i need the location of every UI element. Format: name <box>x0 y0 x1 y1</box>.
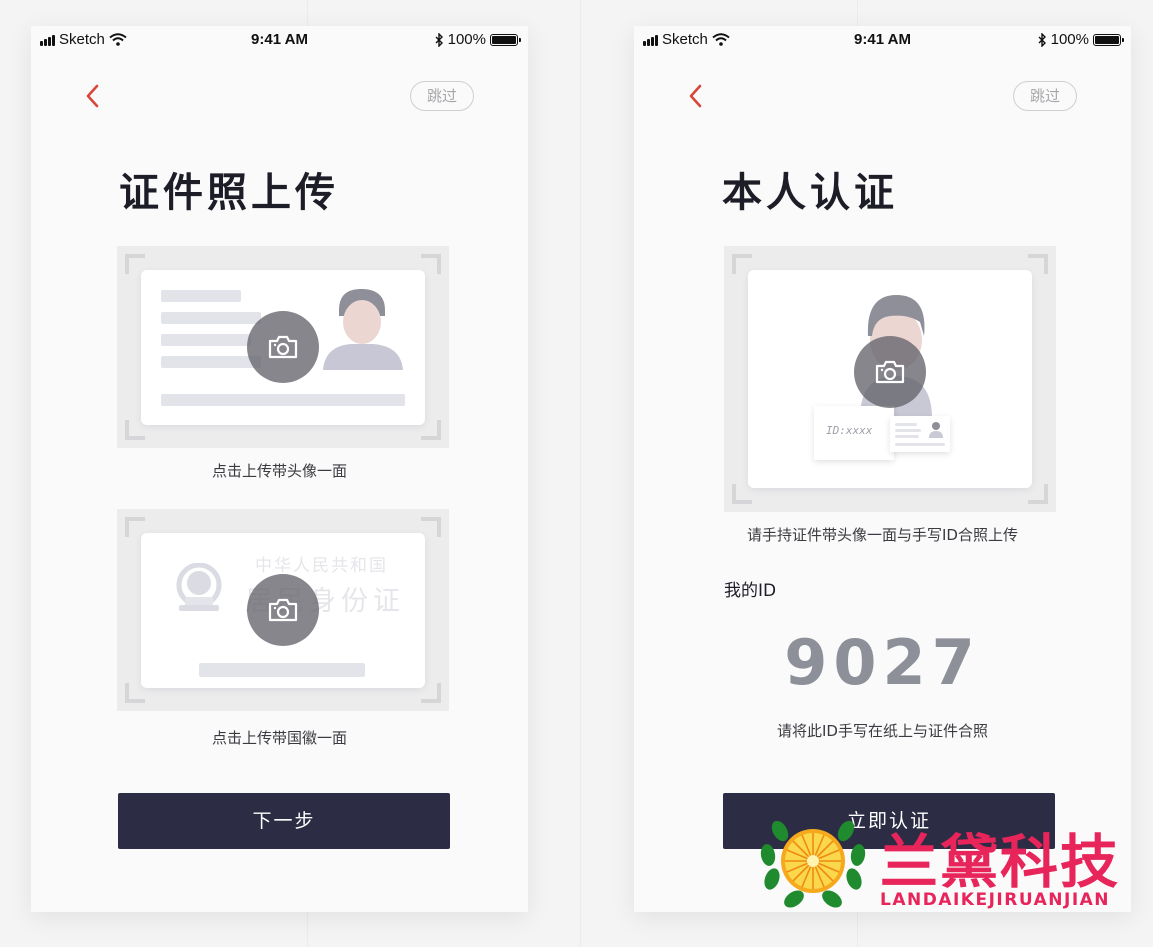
camera-icon <box>268 598 298 622</box>
national-emblem-icon <box>176 563 222 611</box>
page-title: 证件照上传 <box>119 170 339 216</box>
id-back-upload-area[interactable]: 中华人民共和国 居民身份证 <box>117 509 449 711</box>
selfie-instruction: 请手持证件带头像一面与手写ID合照上传 <box>747 526 1018 544</box>
id-front-upload-area[interactable] <box>117 246 449 448</box>
sunflower-logo-icon <box>760 820 866 908</box>
camera-button[interactable] <box>247 311 319 383</box>
brand-name-en: LANDAIKEJIRUANJIAN <box>880 890 1111 910</box>
back-arrow-icon[interactable] <box>81 82 105 110</box>
camera-icon <box>268 335 298 359</box>
next-step-button[interactable]: 下一步 <box>118 793 450 849</box>
battery-percent: 100% <box>447 31 486 48</box>
page-title: 本人认证 <box>722 170 898 216</box>
my-id-value: 9027 <box>784 626 981 699</box>
skip-button[interactable]: 跳过 <box>1013 81 1077 111</box>
selfie-upload-area[interactable]: ID:xxxx <box>724 246 1056 512</box>
skip-button[interactable]: 跳过 <box>410 81 474 111</box>
my-id-label: 我的ID <box>724 581 777 601</box>
camera-button[interactable] <box>854 336 926 408</box>
watermark-logo: 兰黛科技 LANDAIKEJIRUANJIAN <box>758 817 1128 917</box>
id-paper-text: ID:xxxx <box>826 424 873 437</box>
battery-percent: 100% <box>1050 31 1089 48</box>
verify-screen: Sketch 9:41 AM 100% 跳过 本人认证 ID:xxxx 请手持证… <box>634 26 1131 912</box>
avatar-placeholder-icon <box>323 288 403 370</box>
status-bar: Sketch 9:41 AM 100% <box>31 30 528 50</box>
status-bar: Sketch 9:41 AM 100% <box>634 30 1131 50</box>
camera-button[interactable] <box>247 574 319 646</box>
brand-name-cn: 兰黛科技 <box>880 828 1121 896</box>
bluetooth-icon <box>435 32 443 47</box>
battery-icon <box>490 33 521 46</box>
front-caption: 点击上传带头像一面 <box>211 462 347 480</box>
back-caption: 点击上传带国徽一面 <box>211 729 347 747</box>
id-hint: 请将此ID手写在纸上与证件合照 <box>777 722 988 740</box>
card-issuer-text: 中华人民共和国 <box>255 556 388 576</box>
mini-id-card <box>890 416 950 452</box>
upload-screen: Sketch 9:41 AM 100% 跳过 证件照上传 点击上传带头像一面 中… <box>31 26 528 912</box>
id-paper-note: ID:xxxx <box>814 406 894 460</box>
back-arrow-icon[interactable] <box>684 82 708 110</box>
camera-icon <box>875 360 905 384</box>
battery-icon <box>1093 33 1124 46</box>
bluetooth-icon <box>1038 32 1046 47</box>
